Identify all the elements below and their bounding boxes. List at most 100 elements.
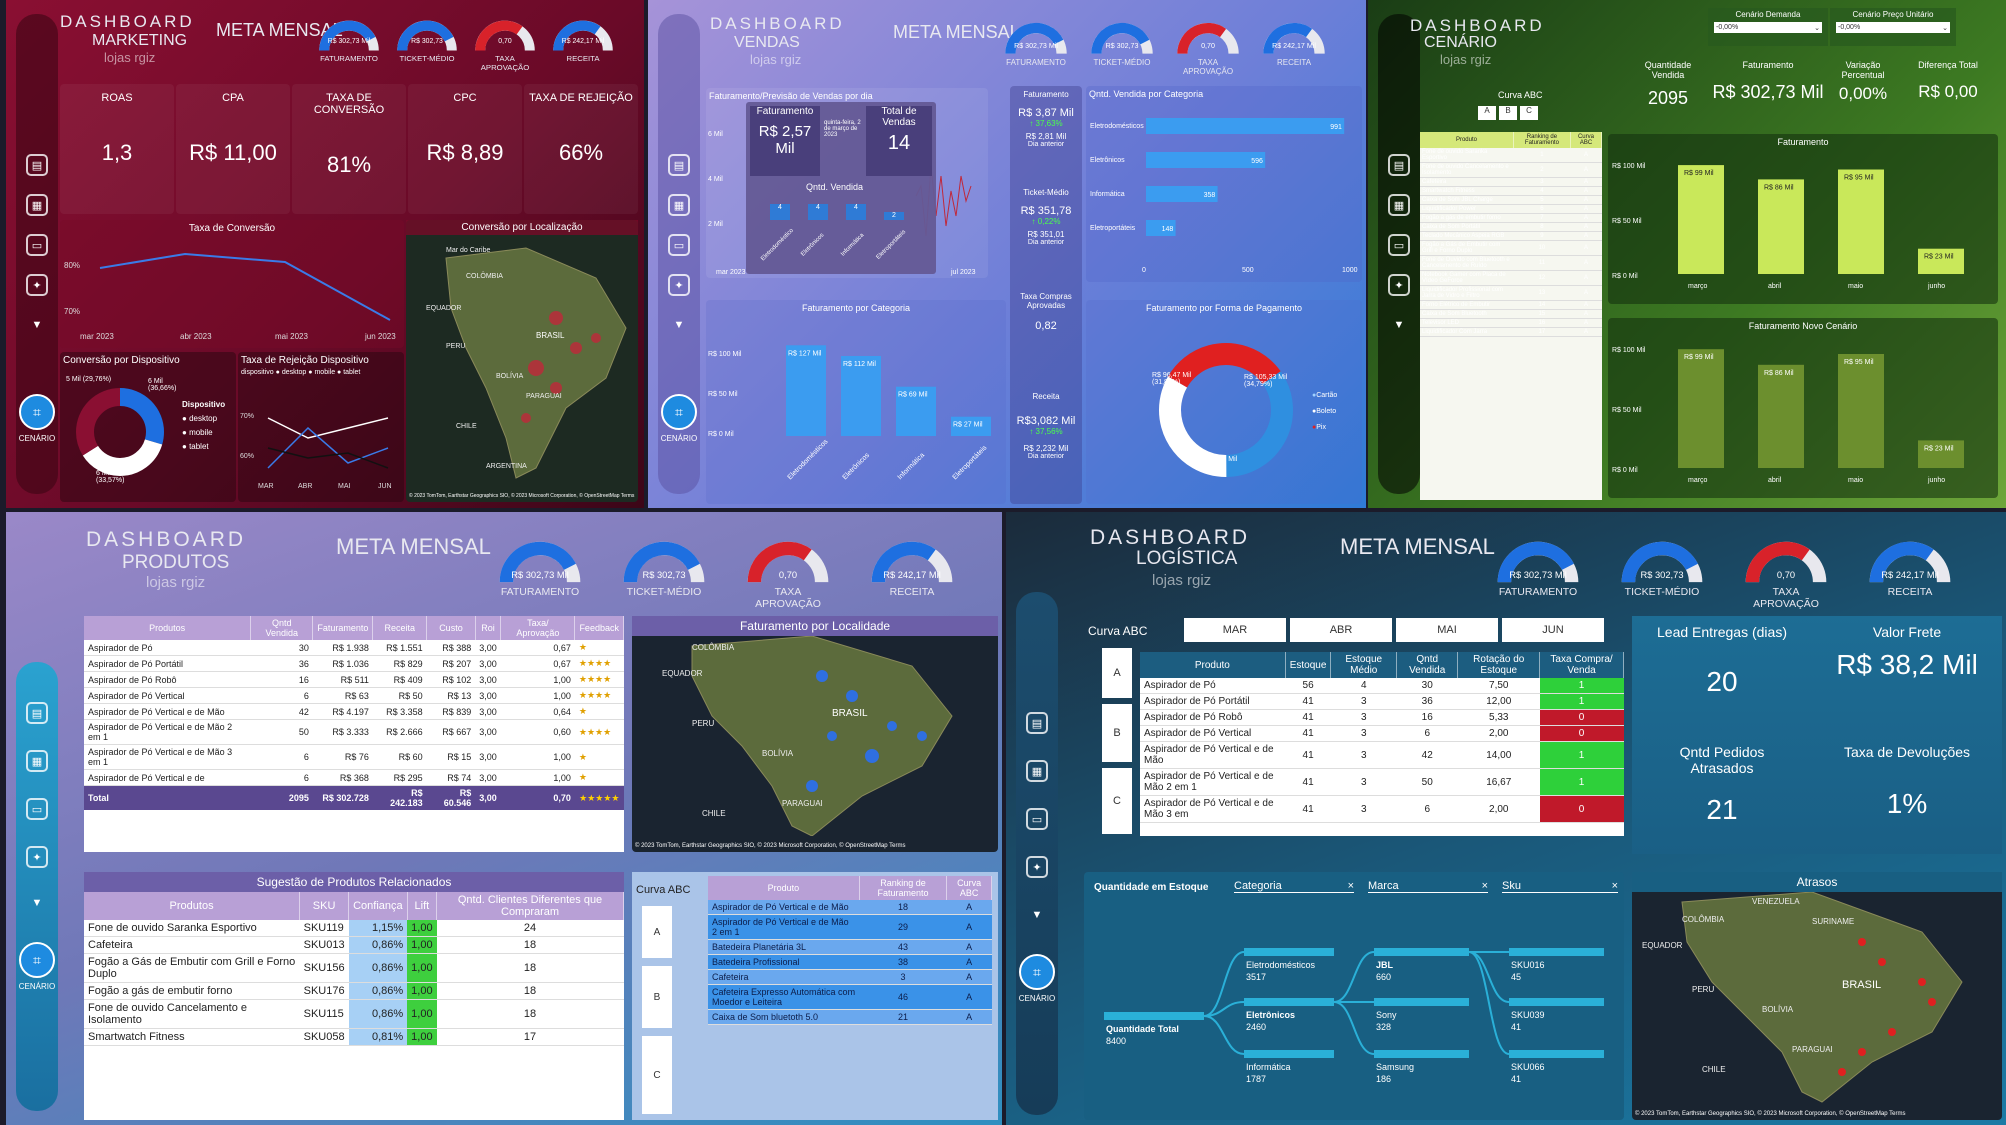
sales-dashboard-icon[interactable]: ▤: [1026, 712, 1048, 734]
table-row[interactable]: Aspirador de Pó Vertical e de Mão 2 em 1…: [84, 719, 624, 745]
products-dashboard-icon[interactable]: ▦: [668, 194, 690, 216]
table-row[interactable]: Fone de ouvido Saranka Esportivo 1 A: [1420, 148, 1602, 163]
column-header[interactable]: Estoque: [1285, 652, 1332, 678]
table-row[interactable]: Aspirador de Pó Portátil 36 R$ 1.036 R$ 829…: [84, 655, 624, 672]
tree-filter[interactable]: Categoria ×: [1234, 880, 1354, 893]
table-row[interactable]: Aspirador de Pó Robô 16 R$ 511 R$ 409 R$ 102…: [84, 671, 624, 688]
curva-btn-b[interactable]: B: [1102, 704, 1132, 762]
curva-btn-b[interactable]: B: [642, 966, 672, 1028]
marketing-icon[interactable]: ✦: [1026, 856, 1048, 878]
column-header[interactable]: SKU: [299, 892, 350, 920]
table-row[interactable]: Aspirador de Pó Vertical e de Mão 3 em 41…: [1140, 795, 1624, 823]
column-header[interactable]: Faturamento: [312, 616, 374, 640]
curva-btn-c[interactable]: C: [642, 1036, 672, 1114]
table-row[interactable]: Aspirador de Pó Vertical e de Mão 3 em 1…: [84, 744, 624, 770]
filter-demanda[interactable]: Cenário Demanda -0,00% ⌄: [1708, 8, 1828, 46]
table-row[interactable]: Caixa de Som bluetoth 5.0 21 A: [708, 1009, 992, 1025]
sales-dashboard-icon[interactable]: ▤: [1388, 154, 1410, 176]
gauge-ticketmdio[interactable]: R$ 302,73 TICKET-MÉDIO: [396, 14, 458, 63]
curva-btn-a[interactable]: A: [1102, 648, 1132, 698]
filter-preco[interactable]: Cenário Preço Unitário -0,00% ⌄: [1830, 8, 1956, 46]
table-row[interactable]: Fone de ouvido Cancelamento e Isolamento…: [1420, 162, 1602, 178]
table-row[interactable]: Fogão a Gás de Embutir com Grill e Forno…: [1420, 240, 1602, 256]
table-row[interactable]: Fone de Ouvido com Bluetooth e Cancelame…: [1420, 255, 1602, 271]
products-dashboard-icon[interactable]: ▦: [26, 194, 48, 216]
table-row[interactable]: Liquidificador Power 6 A: [1420, 204, 1602, 214]
logistics-truck-icon[interactable]: ▭: [26, 798, 48, 820]
filter-icon[interactable]: ▼: [1388, 314, 1410, 336]
table-row[interactable]: Fogão a Gás de Embutir com Grill e Forno…: [84, 953, 624, 983]
table-row[interactable]: Smartwatch Fitness SKU058 0,81% 1,00 17: [84, 1028, 624, 1046]
cenario-button[interactable]: ⌗: [19, 942, 55, 978]
filter-icon[interactable]: ▼: [26, 892, 48, 914]
column-header[interactable]: Rotação do Estoque: [1457, 652, 1541, 678]
filter-select[interactable]: -0,00% ⌄: [1836, 22, 1950, 33]
table-row[interactable]: Fone de ouvido Saranka Esportivo SKU119 1,…: [84, 920, 624, 937]
curva-btn-c[interactable]: C: [1520, 106, 1538, 120]
gauge-taxaaprovao[interactable]: 0,70 TAXA APROVAÇÃO: [474, 14, 536, 72]
month-btn[interactable]: MAR: [1184, 618, 1286, 642]
column-header[interactable]: Qntd Vendida: [1396, 652, 1459, 678]
column-header[interactable]: Custo: [426, 616, 476, 640]
table-row[interactable]: Batedeira Profissional 38 A: [708, 954, 992, 970]
table-row[interactable]: Televisor LED 16 A: [1420, 318, 1602, 328]
column-header[interactable]: Ranking de Faturamento: [859, 876, 948, 900]
sales-dashboard-icon[interactable]: ▤: [668, 154, 690, 176]
table-row[interactable]: Aspirador de Pó Vertical e de Mão 18 A: [708, 900, 992, 915]
column-header[interactable]: Confiança: [348, 892, 408, 920]
gauge-ticketmdio[interactable]: R$ 302,73 TICKET-MÉDIO: [622, 532, 706, 598]
table-row[interactable]: Aspirador de Pó Vertical e de 6 R$ 368 R$ 2…: [84, 769, 624, 786]
gauge-faturamento[interactable]: R$ 302,73 Mil FATURAMENTO: [318, 14, 380, 63]
gauge-faturamento[interactable]: R$ 302,73 Mil FATURAMENTO: [1004, 16, 1068, 67]
table-row[interactable]: Aspirador de Pó 56 4 30 7,50 1: [1140, 678, 1624, 694]
gauge-taxaaprovao[interactable]: 0,70 TAXA APROVAÇÃO: [746, 532, 830, 610]
gauge-ticketmdio[interactable]: R$ 302,73 TICKET-MÉDIO: [1090, 16, 1154, 67]
logistics-truck-icon[interactable]: ▭: [668, 234, 690, 256]
table-row[interactable]: Aspirador de Pó Robô 41 3 16 5,33 0: [1140, 709, 1624, 726]
conversion-map[interactable]: Conversão por Localização Mar do Caribe …: [406, 220, 638, 502]
gauge-faturamento[interactable]: R$ 302,73 Mil FATURAMENTO: [498, 532, 582, 598]
logistics-truck-icon[interactable]: ▭: [1026, 808, 1048, 830]
gauge-receita[interactable]: R$ 242,17 Mil RECEITA: [1868, 532, 1952, 598]
table-row[interactable]: Liquidificador Profissional com Jarra de…: [1420, 285, 1602, 301]
qty-by-category-chart[interactable]: Qntd. Vendida por Categoria Eletrodomést…: [1086, 86, 1362, 282]
table-row[interactable]: Aspirador de Pó Vertical e de Mão 41 3 42 14…: [1140, 741, 1624, 769]
table-row[interactable]: Forno Elétrico de Embutir 14 A: [1420, 300, 1602, 310]
column-header[interactable]: Taxa Compra/ Venda: [1539, 652, 1624, 678]
tree-filter[interactable]: Marca ×: [1368, 880, 1488, 893]
table-row[interactable]: Aspirador de Pó Portátil 41 3 36 12,00 1: [1140, 693, 1624, 710]
device-donut-chart[interactable]: Conversão por Dispositivo 5 Mil (29,76%)…: [60, 352, 236, 502]
marketing-icon[interactable]: ✦: [26, 274, 48, 296]
table-row[interactable]: Caixa de Som Bluetooth 15 A: [1420, 309, 1602, 319]
gauge-taxaaprovao[interactable]: 0,70 TAXA APROVAÇÃO: [1744, 532, 1828, 610]
stock-table[interactable]: Produto Estoque Estoque Médio Qntd Vendida R…: [1140, 652, 1624, 836]
table-row[interactable]: Cafeteira 3 A: [1420, 177, 1602, 187]
column-header[interactable]: Produto: [1420, 132, 1514, 148]
table-row[interactable]: Caixa de Som JBL Charge 5 A: [1420, 195, 1602, 205]
curva-abc-table[interactable]: Produto Ranking de Faturamento Curva ABC Fo…: [1420, 132, 1602, 500]
column-header[interactable]: Receita: [372, 616, 428, 640]
column-header[interactable]: Produto: [708, 876, 860, 900]
table-row[interactable]: Smartwatch Fitness 4 A: [1420, 186, 1602, 196]
column-header[interactable]: Produto: [1140, 652, 1286, 678]
table-row[interactable]: Fone de ouvido Cancelamento e Isolamento…: [84, 999, 624, 1029]
revenue-location-map[interactable]: Faturamento por Localidade COLÔMBIA EQUA…: [632, 616, 998, 852]
related-products-table[interactable]: Sugestão de Produtos Relacionados Produt…: [84, 872, 624, 1120]
stock-decomposition-tree[interactable]: Quantidade em Estoque Categoria × Marca × …: [1084, 872, 1624, 1120]
sales-forecast-chart[interactable]: Faturamento/Previsão de Vendas por dia 6…: [706, 88, 988, 278]
column-header[interactable]: Ranking de Faturamento: [1513, 132, 1571, 148]
gauge-faturamento[interactable]: R$ 302,73 Mil FATURAMENTO: [1496, 532, 1580, 598]
cenario-button[interactable]: ⌗: [661, 394, 697, 430]
column-header[interactable]: Produtos: [84, 616, 252, 640]
logistics-truck-icon[interactable]: ▭: [1388, 234, 1410, 256]
column-header[interactable]: Lift: [407, 892, 438, 920]
new-scenario-chart[interactable]: Faturamento Novo Cenário R$ 100 Mil R$ 50…: [1608, 318, 1998, 498]
curva-abc-panel[interactable]: Curva ABC A B C Produto Ranking de Fatura…: [632, 872, 998, 1120]
table-row[interactable]: Cafeteira SKU013 0,86% 1,00 18: [84, 936, 624, 954]
products-dashboard-icon[interactable]: ▦: [1388, 194, 1410, 216]
column-header[interactable]: Feedback: [574, 616, 624, 640]
month-btn[interactable]: JUN: [1502, 618, 1604, 642]
table-row[interactable]: Teclado Mecânico Aspeia RGB 9 A: [1420, 231, 1602, 241]
gauge-taxaaprovao[interactable]: 0,70 TAXA APROVAÇÃO: [1176, 16, 1240, 76]
table-row[interactable]: Fogão a gás de embutir forno 7 A: [1420, 213, 1602, 223]
